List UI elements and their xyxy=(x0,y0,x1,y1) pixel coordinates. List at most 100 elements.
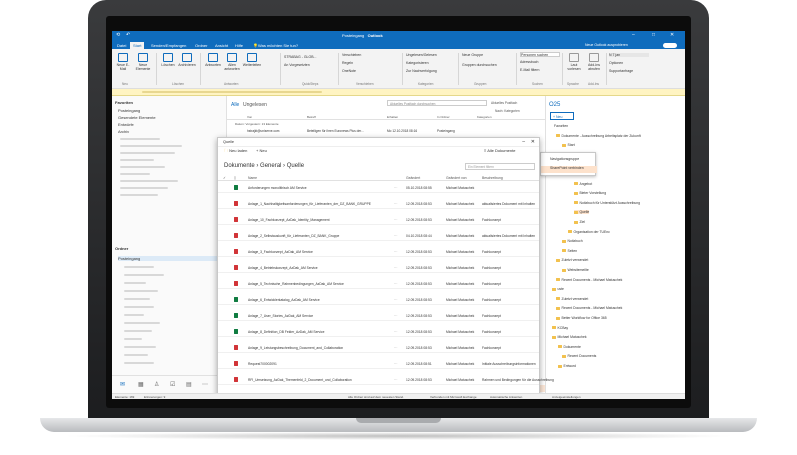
reply-all-button[interactable]: Allen antworten xyxy=(224,53,240,71)
reply-button[interactable]: Antworten xyxy=(204,53,222,67)
more-icon[interactable]: ⋯ xyxy=(394,202,397,206)
get-addins-button[interactable]: Add-Ins abrufen xyxy=(585,53,603,71)
tree-item[interactable]: Quelle xyxy=(574,210,590,215)
sync-icon[interactable]: ⟲ xyxy=(116,33,120,38)
tab-all[interactable]: Alle xyxy=(231,102,239,108)
tree-item[interactable]: KCBay xyxy=(552,326,568,330)
status-auto-replies[interactable]: Automatische Antworten xyxy=(490,395,522,399)
display-settings[interactable]: Anzeigeeinstellungen xyxy=(552,395,581,399)
folders-header[interactable]: Ordner xyxy=(115,246,128,251)
browse-groups-button[interactable]: Gruppen durchsuchen xyxy=(462,63,512,67)
folder-drafts[interactable]: Entwürfe xyxy=(118,122,134,127)
notes-icon[interactable]: ▤ xyxy=(186,381,192,388)
favorites-header[interactable]: Favoriten xyxy=(115,100,133,105)
minimize-icon[interactable]: – xyxy=(632,33,635,38)
tree-item[interactable]: Bieter Vorstellung xyxy=(574,191,606,195)
more-icon[interactable]: ⋯ xyxy=(394,186,397,190)
file-name[interactable]: Anlage_3_Fachkonzept_AzDak_AM Service xyxy=(248,250,313,254)
tree-item[interactable]: Better Workflow for Office 365 xyxy=(556,316,607,320)
col-name[interactable]: Name xyxy=(248,176,257,180)
people-icon[interactable]: ♙ xyxy=(154,381,159,388)
tree-item[interactable]: Notizbuch xyxy=(562,239,583,243)
onenote-button[interactable]: OneNote xyxy=(342,69,372,73)
tree-item[interactable]: Recent Documents xyxy=(562,354,596,358)
search-scope[interactable]: Aktuelles Postfach xyxy=(491,101,517,105)
table-row[interactable]: hstrajkt@uniserve.com Beteiligen für ihr… xyxy=(227,127,545,134)
mail-icon[interactable]: ✉ xyxy=(120,381,125,388)
col-description[interactable]: Beschreibung xyxy=(482,176,503,180)
maximize-icon[interactable]: □ xyxy=(652,33,655,38)
new-group-button[interactable]: Neue Gruppe xyxy=(462,53,502,57)
unread-button[interactable]: Ungelesen/Gelesen xyxy=(406,53,456,57)
menu-item-navigation-group[interactable]: Navigationsgruppe xyxy=(550,157,579,161)
more-icon[interactable]: ⋯ xyxy=(394,314,397,318)
undo-icon[interactable]: ↶ xyxy=(126,33,130,38)
table-row[interactable]: Anlage_5_Technische_Rahmenbedingungen_Az… xyxy=(218,278,539,289)
support-button[interactable]: Supportanfrage xyxy=(609,69,659,73)
col-modified-by[interactable]: Geändert von xyxy=(446,176,467,180)
tree-item[interactable]: Favoriten xyxy=(554,124,568,128)
more-icon[interactable]: ⋯ xyxy=(394,298,397,302)
file-name[interactable]: Anlage_7_User_Stories_AzDak_AM Service xyxy=(248,314,313,318)
table-row[interactable]: Anlage_6_Entwicklerkatalog_AzDak_AM Serv… xyxy=(218,294,539,305)
ai-label[interactable]: N 7 jan xyxy=(609,53,649,57)
more-icon[interactable]: ⋯ xyxy=(202,381,208,388)
options-button[interactable]: Optionen xyxy=(609,61,649,65)
table-row[interactable]: Request700002091 ⋯ 12.09.2018 08:51 Michael… xyxy=(218,358,539,369)
tree-item[interactable]: Seiten xyxy=(562,249,577,253)
folder-sent[interactable]: Gesendete Elemente xyxy=(118,115,156,120)
tree-item[interactable]: Organisation der TUEnc xyxy=(568,230,610,234)
tab-start[interactable]: Start xyxy=(130,42,145,49)
tab-unread[interactable]: Ungelesen xyxy=(243,102,267,108)
search-people-input[interactable]: Personen suchen xyxy=(520,52,560,57)
file-name[interactable]: Anlage_1_Nachhaltigkeitsanforderungen_fü… xyxy=(248,202,371,206)
followup-button[interactable]: Zur Nachverfolgung xyxy=(406,69,456,73)
file-name[interactable]: Request700002091 xyxy=(248,362,277,366)
file-name[interactable]: Anlage_6_Entwicklerkatalog_AzDak_AM Serv… xyxy=(248,298,320,302)
table-row[interactable]: Anlage_10_Fachkonzept_AzDak_Identity_Man… xyxy=(218,214,539,225)
minimize-icon[interactable]: – xyxy=(522,139,525,145)
tree-item[interactable]: Ziel xyxy=(574,220,585,224)
calendar-icon[interactable]: ▦ xyxy=(138,381,144,388)
tab-datei[interactable]: Datei xyxy=(114,42,129,49)
rules-button[interactable]: Regeln xyxy=(342,61,372,65)
file-name[interactable]: Anlage_9_Leistungsbeschreibung_Document_… xyxy=(248,346,343,350)
status-reminders[interactable]: Erinnerungen: 9 xyxy=(144,395,165,399)
read-aloud-button[interactable]: Laut vorlesen xyxy=(565,53,583,71)
tab-ordner[interactable]: Ordner xyxy=(192,42,210,49)
archive-button[interactable]: Archivieren xyxy=(178,53,196,67)
delete-button[interactable]: Löschen xyxy=(160,53,176,67)
new-outlook-toggle[interactable] xyxy=(663,43,677,48)
tree-item[interactable]: uste xyxy=(552,287,564,291)
tree-item[interactable]: Recent Documents - Michael Matuschek xyxy=(556,278,622,282)
breadcrumb-quelle[interactable]: Quelle xyxy=(287,163,304,169)
col-modified[interactable]: Geändert xyxy=(406,176,420,180)
file-name[interactable]: Anlage_10_Fachkonzept_AzDak_Identity_Man… xyxy=(248,218,330,222)
table-row[interactable]: Anlage_9_Leistungsbeschreibung_Document_… xyxy=(218,342,539,353)
table-row[interactable]: Anlage_7_User_Stories_AzDak_AM Service ⋯ 1… xyxy=(218,310,539,321)
reload-button[interactable]: 🗀 Neu laden xyxy=(224,148,247,155)
more-icon[interactable]: ⋯ xyxy=(394,282,397,286)
breadcrumb-dokumente[interactable]: Dokumente xyxy=(224,163,255,169)
tree-item[interactable]: Dokumente xyxy=(558,345,581,349)
filter-input[interactable]: Ein Element filtern xyxy=(465,163,535,170)
tab-hilfe[interactable]: Hilfe xyxy=(232,42,246,49)
table-row[interactable]: Anlage_4_Betriebskonzept_AzDak_AM Servic… xyxy=(218,262,539,273)
table-row[interactable]: Anlage_2_Selbstauskunft_für_Lieferanten_… xyxy=(218,230,539,241)
quickstep-manager[interactable]: An Vorgesetzten xyxy=(284,63,324,67)
search-input[interactable]: Aktuelles Postfach durchsuchen xyxy=(387,100,487,106)
group-header[interactable]: Datum: Vorgestern: 13 Elemente xyxy=(235,122,279,126)
file-name[interactable]: Anlage_4_Betriebskonzept_AzDak_AM Servic… xyxy=(248,266,318,270)
table-row[interactable]: RFI_Umsetzung_AzDak_Themenfeld_2_Documen… xyxy=(218,374,554,385)
tree-item[interactable]: Entwurd xyxy=(558,364,576,368)
file-name[interactable]: Anlage_2_Selbstauskunft_für_Lieferanten_… xyxy=(248,234,339,238)
tree-item[interactable]: Recent Documents - Michael Matuschek xyxy=(556,306,622,310)
new-items-button[interactable]: Neue Elemente xyxy=(134,53,152,71)
more-icon[interactable]: ⋯ xyxy=(394,266,397,270)
tree-item[interactable]: Dokumente - Ausschreibung Arbeitsplatz d… xyxy=(556,134,641,138)
more-icon[interactable]: ⋯ xyxy=(394,378,397,382)
tree-item[interactable]: Websitemeilte xyxy=(562,268,589,272)
address-book-button[interactable]: Adressbuch xyxy=(520,60,560,64)
tab-senden[interactable]: Senden/Empfangen xyxy=(148,42,189,49)
tree-item[interactable]: Notizbuch für Unterstützt Ausschreibung xyxy=(574,201,640,205)
